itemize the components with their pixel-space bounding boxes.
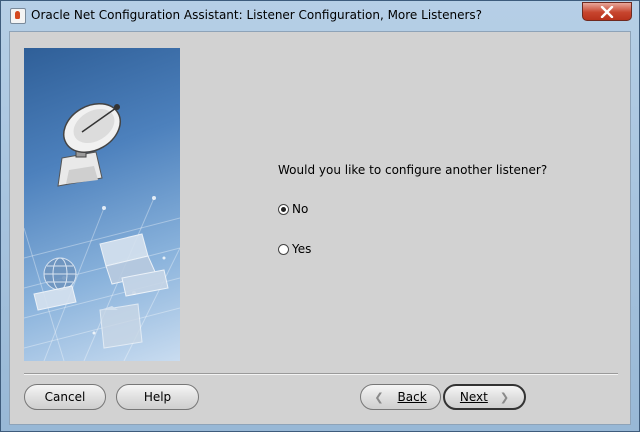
close-x-icon [600,5,614,18]
help-button[interactable]: Help [116,384,199,410]
chevron-right-icon: ❯ [499,390,510,404]
window-title: Oracle Net Configuration Assistant: List… [31,8,483,22]
help-button-label: Help [143,390,172,404]
java-cup-icon [10,8,26,24]
satellite-network-illustration [24,103,180,361]
back-button[interactable]: ❮ Back [360,384,441,410]
question-label: Would you like to configure another list… [278,163,548,177]
satellite-dish-icon [57,103,121,187]
cancel-button-label: Cancel [44,390,86,404]
back-button-label: Back [397,390,427,404]
dialog-window: Oracle Net Configuration Assistant: List… [0,0,640,432]
next-button[interactable]: Next ❯ [443,384,526,410]
globe-icon [43,257,77,291]
option-no-label: No [292,202,309,216]
option-yes-label: Yes [292,242,312,256]
chevron-left-icon: ❮ [374,390,384,404]
folder-icon [99,303,143,349]
cancel-button[interactable]: Cancel [24,384,106,410]
wizard-graphic [24,48,180,361]
title-bar[interactable]: Oracle Net Configuration Assistant: List… [1,1,639,31]
close-button[interactable] [582,2,632,21]
radio-button-unselected[interactable] [278,243,289,255]
option-no-radio[interactable]: No [278,200,308,218]
next-button-label: Next [459,390,488,404]
button-separator [24,373,618,375]
radio-button-selected[interactable] [278,203,289,215]
option-yes-radio[interactable]: Yes [278,240,311,258]
dialog-content: Would you like to configure another list… [9,31,631,425]
